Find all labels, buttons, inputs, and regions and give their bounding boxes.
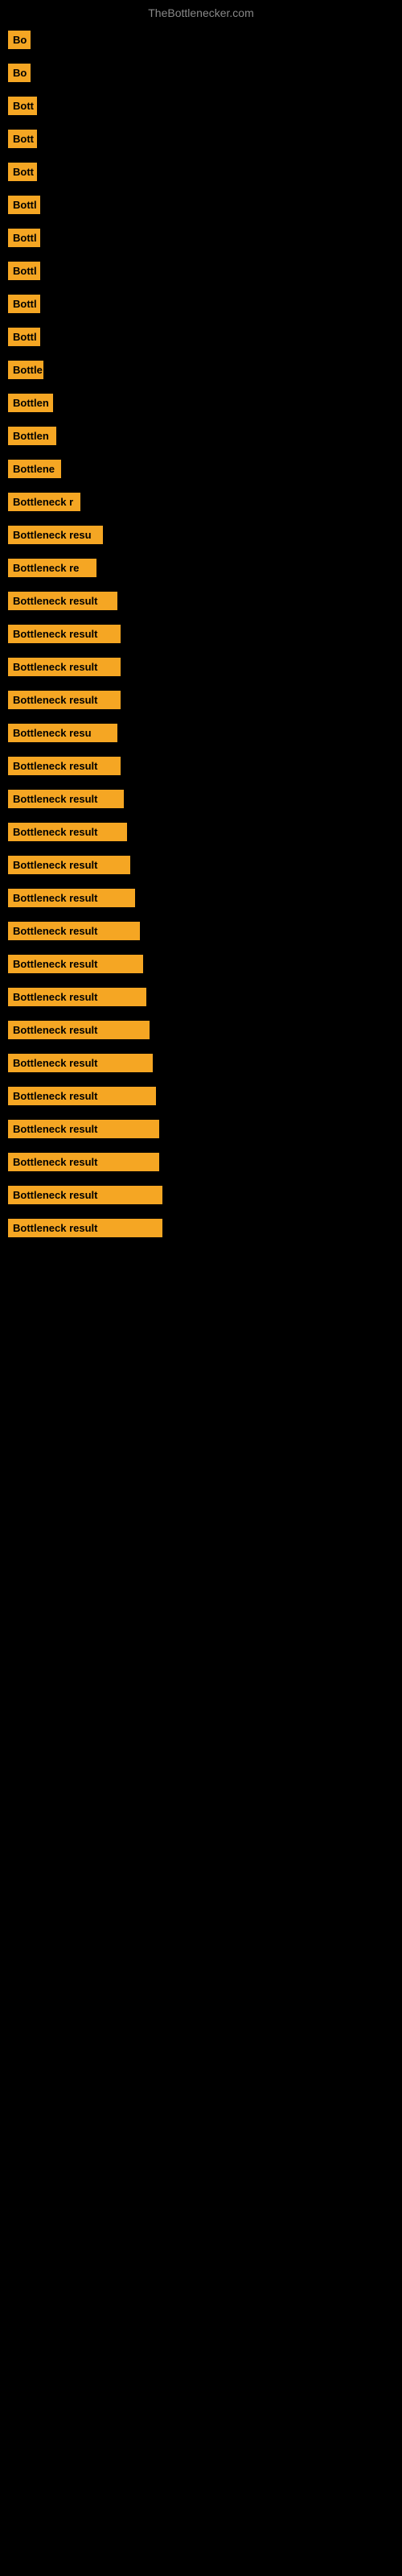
bottleneck-result-label: Bottleneck result: [8, 1087, 156, 1105]
list-item: Bottlen: [8, 394, 394, 412]
bottleneck-result-label: Bottl: [8, 229, 40, 247]
list-item: Bottl: [8, 196, 394, 214]
bottleneck-result-label: Bottleneck result: [8, 691, 121, 709]
bottleneck-result-label: Bottleneck result: [8, 955, 143, 973]
bottleneck-result-label: Bottlene: [8, 460, 61, 478]
list-item: Bott: [8, 97, 394, 115]
list-item: Bottleneck result: [8, 1021, 394, 1039]
bottleneck-result-label: Bottleneck r: [8, 493, 80, 511]
list-item: Bottleneck r: [8, 493, 394, 511]
list-item: Bottleneck result: [8, 1087, 394, 1105]
list-item: Bottleneck result: [8, 1054, 394, 1072]
list-item: Bottleneck re: [8, 559, 394, 577]
list-item: Bottleneck resu: [8, 526, 394, 544]
list-item: Bottleneck result: [8, 625, 394, 643]
list-item: Bottl: [8, 229, 394, 247]
bottleneck-result-label: Bottl: [8, 328, 40, 346]
bottleneck-result-label: Bottle: [8, 361, 43, 379]
list-item: Bottlen: [8, 427, 394, 445]
bottleneck-result-label: Bottleneck result: [8, 1219, 162, 1237]
bottleneck-result-label: Bott: [8, 97, 37, 115]
bottleneck-result-label: Bottleneck result: [8, 1054, 153, 1072]
list-item: Bottleneck result: [8, 691, 394, 709]
list-item: Bottleneck result: [8, 658, 394, 676]
bottleneck-result-label: Bottleneck result: [8, 790, 124, 808]
bottleneck-result-label: Bottleneck result: [8, 658, 121, 676]
list-item: Bottleneck result: [8, 856, 394, 874]
list-item: Bottleneck result: [8, 889, 394, 907]
bottleneck-result-label: Bottleneck result: [8, 823, 127, 841]
bottleneck-result-label: Bott: [8, 130, 37, 148]
list-item: Bottleneck result: [8, 1219, 394, 1237]
list-item: Bottleneck result: [8, 922, 394, 940]
bottleneck-result-label: Bottleneck re: [8, 559, 96, 577]
bottleneck-result-label: Bottl: [8, 196, 40, 214]
bottleneck-result-label: Bottleneck result: [8, 592, 117, 610]
list-item: Bottle: [8, 361, 394, 379]
list-item: Bottleneck result: [8, 757, 394, 775]
items-container: Bo Bo Bott Bott Bott Bottl Bottl Bottl Bottl Bott…: [0, 23, 402, 1237]
list-item: Bottl: [8, 328, 394, 346]
list-item: Bottleneck result: [8, 790, 394, 808]
list-item: Bottlene: [8, 460, 394, 478]
bottleneck-result-label: Bottleneck resu: [8, 526, 103, 544]
list-item: Bo: [8, 31, 394, 49]
list-item: Bo: [8, 64, 394, 82]
bottleneck-result-label: Bottleneck result: [8, 922, 140, 940]
list-item: Bottleneck result: [8, 955, 394, 973]
bottleneck-result-label: Bottleneck result: [8, 856, 130, 874]
list-item: Bottleneck result: [8, 823, 394, 841]
bottleneck-result-label: Bottl: [8, 295, 40, 313]
bottleneck-result-label: Bottleneck result: [8, 757, 121, 775]
bottleneck-result-label: Bottleneck result: [8, 889, 135, 907]
list-item: Bottleneck result: [8, 1153, 394, 1171]
site-title: TheBottlenecker.com: [0, 0, 402, 23]
list-item: Bott: [8, 163, 394, 181]
list-item: Bottleneck resu: [8, 724, 394, 742]
bottleneck-result-label: Bo: [8, 64, 31, 82]
bottleneck-result-label: Bottleneck result: [8, 1186, 162, 1204]
list-item: Bottleneck result: [8, 1186, 394, 1204]
list-item: Bottleneck result: [8, 988, 394, 1006]
list-item: Bottleneck result: [8, 1120, 394, 1138]
bottleneck-result-label: Bottleneck result: [8, 1120, 159, 1138]
bottleneck-result-label: Bottlen: [8, 427, 56, 445]
list-item: Bottl: [8, 295, 394, 313]
bottleneck-result-label: Bottlen: [8, 394, 53, 412]
bottleneck-result-label: Bottleneck result: [8, 625, 121, 643]
list-item: Bottl: [8, 262, 394, 280]
bottleneck-result-label: Bottleneck result: [8, 1153, 159, 1171]
bottleneck-result-label: Bo: [8, 31, 31, 49]
bottleneck-result-label: Bottl: [8, 262, 40, 280]
bottleneck-result-label: Bottleneck resu: [8, 724, 117, 742]
list-item: Bott: [8, 130, 394, 148]
bottleneck-result-label: Bottleneck result: [8, 988, 146, 1006]
bottleneck-result-label: Bott: [8, 163, 37, 181]
list-item: Bottleneck result: [8, 592, 394, 610]
bottleneck-result-label: Bottleneck result: [8, 1021, 150, 1039]
